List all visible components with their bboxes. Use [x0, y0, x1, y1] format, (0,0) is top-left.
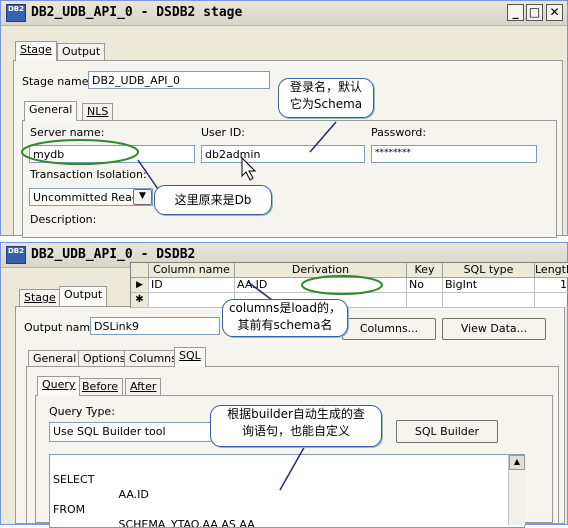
callout-columns: columns是load的， 其前有schema名	[222, 299, 348, 337]
arrow-line	[309, 121, 337, 153]
callout-login-schema: 登录名，默认 它为Schema	[278, 78, 374, 118]
tab-sql[interactable]: SQL	[174, 347, 206, 367]
highlight-oval	[21, 139, 139, 165]
highlight-oval	[301, 275, 383, 295]
arrow-line	[247, 281, 273, 301]
tab-stage[interactable]: Stage	[15, 41, 57, 61]
tab-output[interactable]: Output	[59, 286, 108, 306]
tab-query[interactable]: Query	[37, 376, 81, 396]
tab-general[interactable]: General	[24, 101, 78, 121]
mouse-cursor-icon	[241, 156, 257, 181]
callout-db: 这里原来是Db	[154, 185, 272, 215]
arrow-line	[279, 443, 307, 491]
callout-builder: 根据builder自动生成的查 询语句，也能自定义	[210, 405, 382, 447]
